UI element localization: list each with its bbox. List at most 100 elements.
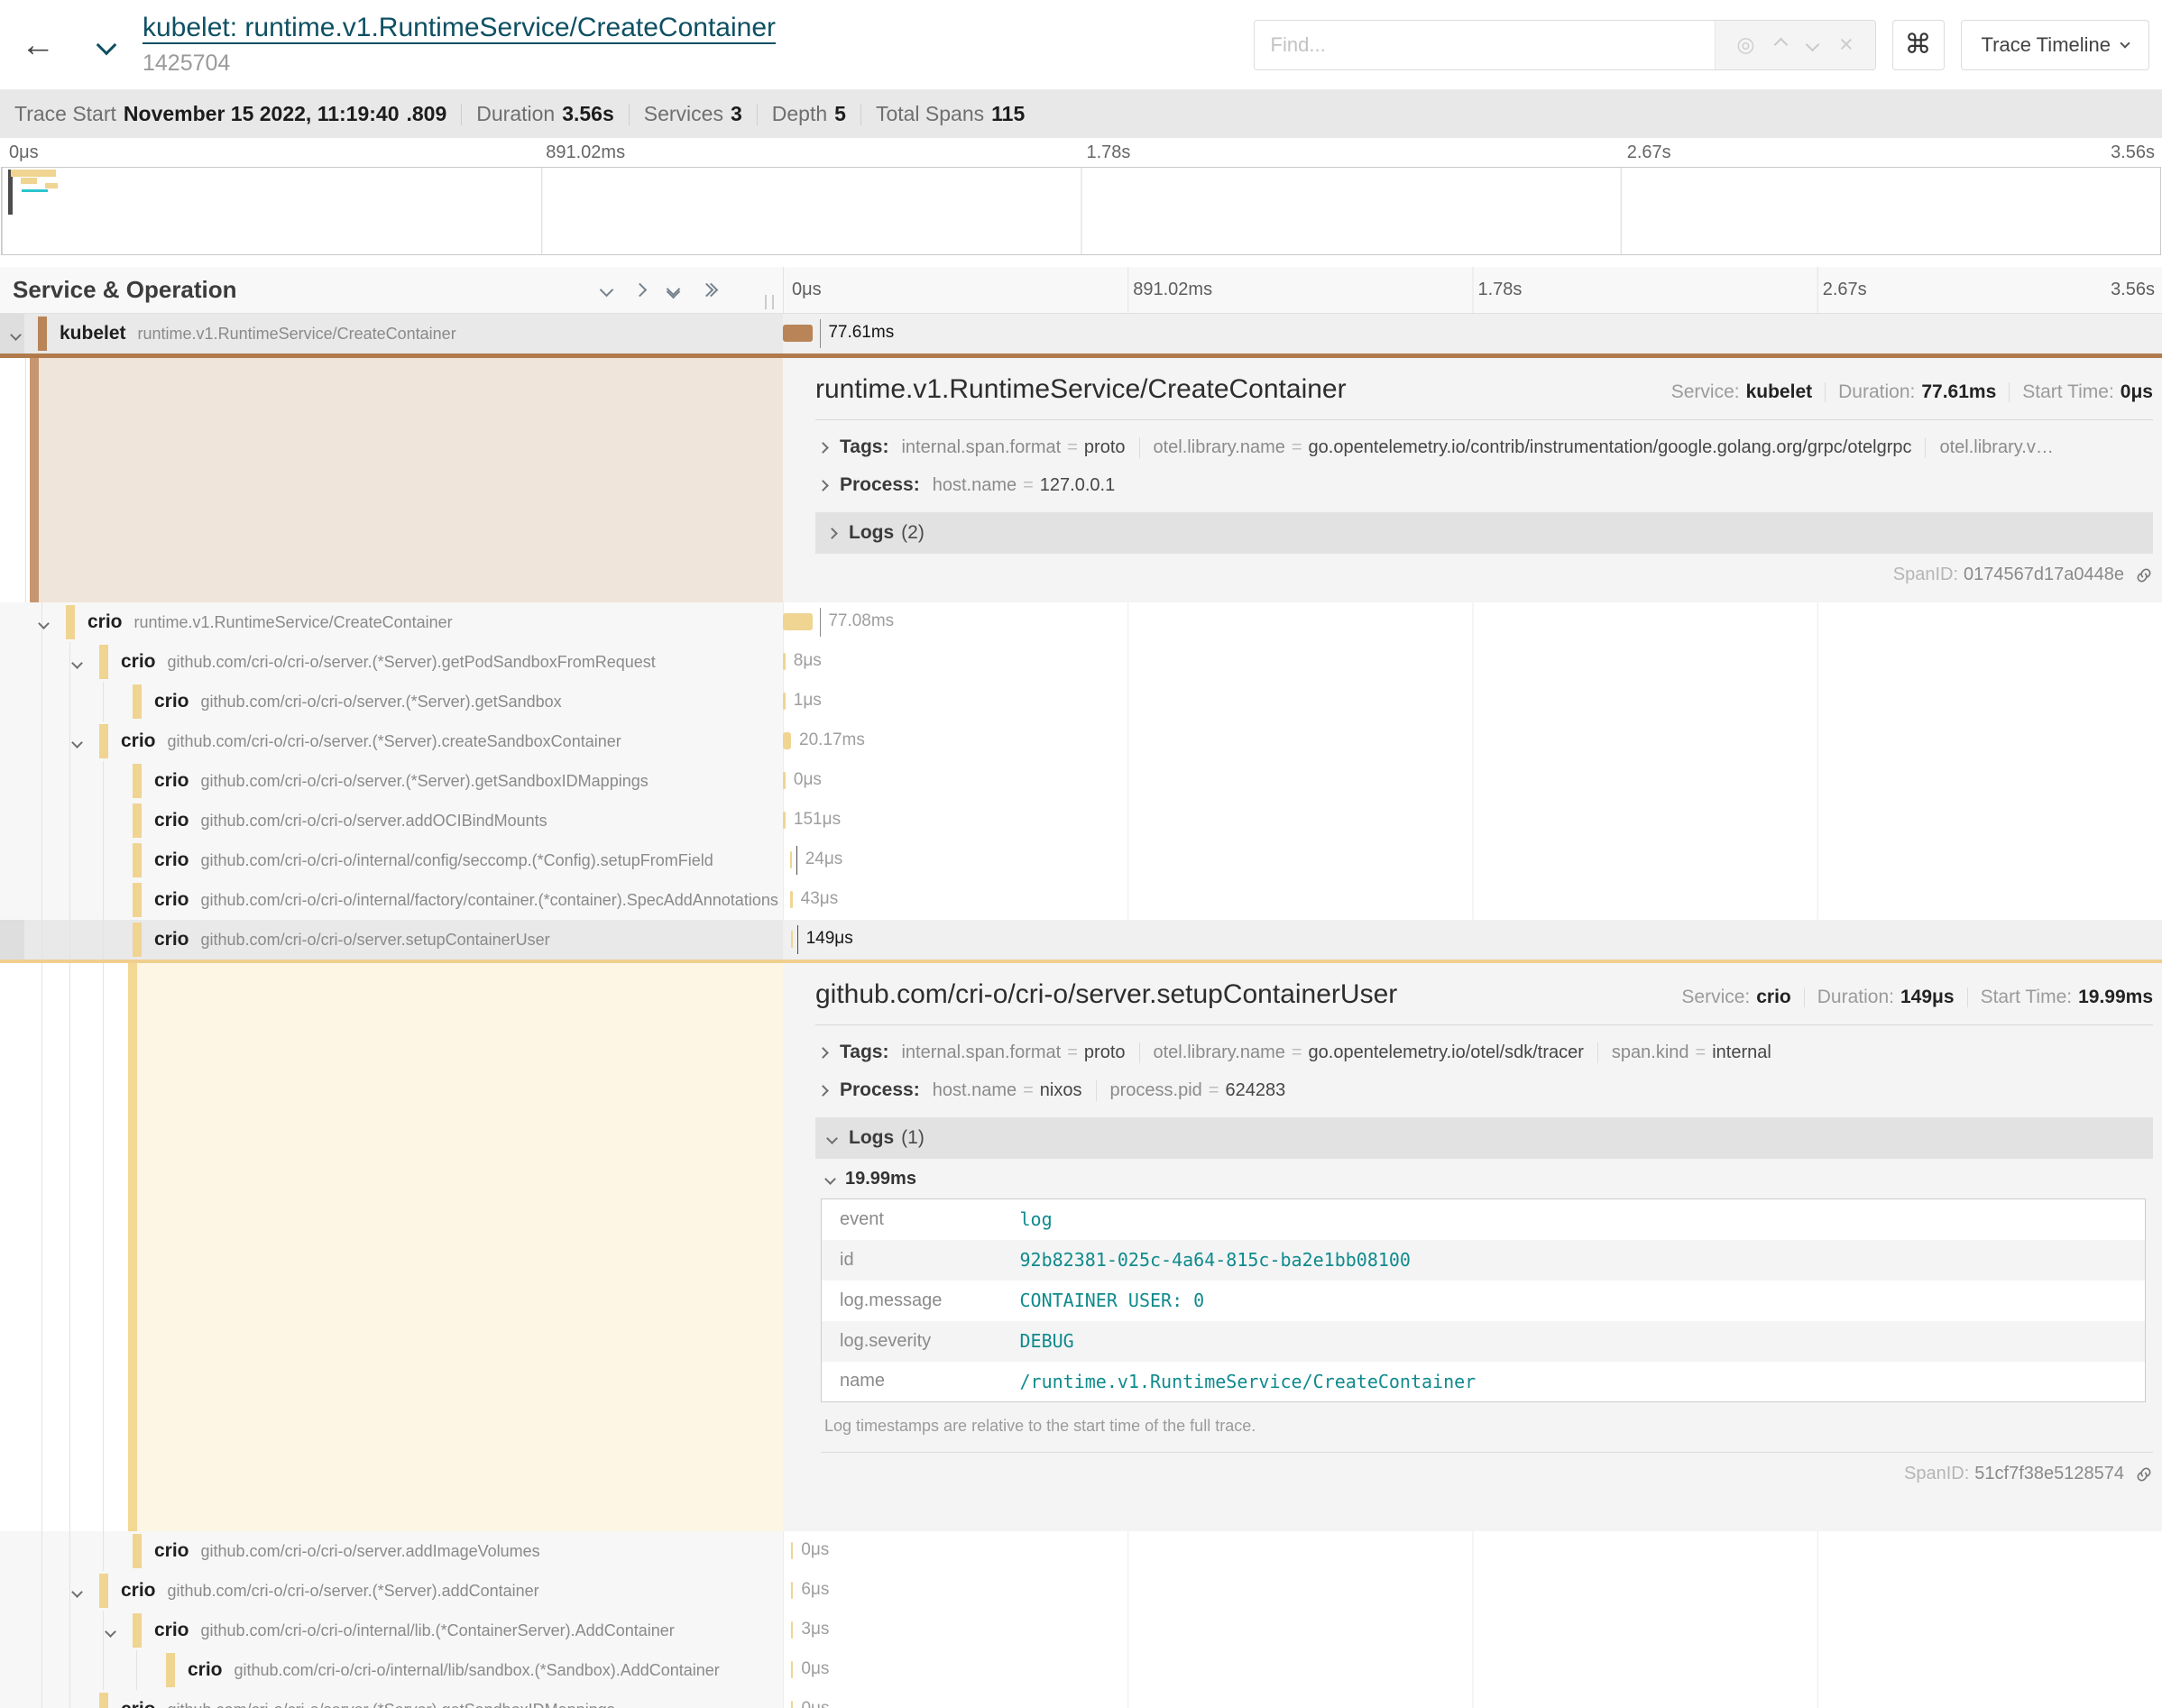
span-duration-bar[interactable] bbox=[783, 812, 786, 829]
span-name-cell[interactable]: crio github.com/cri-o/cri-o/server.(*Ser… bbox=[0, 721, 783, 761]
span-duration-bar[interactable] bbox=[790, 851, 793, 868]
span-duration-bar[interactable] bbox=[783, 325, 813, 342]
span-duration-bar[interactable] bbox=[783, 732, 791, 749]
find-next-icon[interactable] bbox=[1806, 38, 1820, 52]
span-row[interactable]: crio github.com/cri-o/cri-o/server.(*Ser… bbox=[0, 1690, 2162, 1708]
span-name-cell[interactable]: crio github.com/cri-o/cri-o/internal/con… bbox=[0, 840, 783, 880]
log-entry-header[interactable]: 19.99ms bbox=[821, 1159, 2153, 1198]
span-name-cell[interactable]: crio github.com/cri-o/cri-o/server.(*Ser… bbox=[0, 1571, 783, 1611]
copy-link-icon[interactable] bbox=[2135, 1465, 2153, 1483]
span-duration-bar[interactable] bbox=[783, 613, 813, 630]
process-accordion[interactable]: Process: host.name= nixos process.pid= 6… bbox=[815, 1076, 2153, 1105]
back-button[interactable]: ← bbox=[13, 20, 63, 70]
expand-one-icon[interactable] bbox=[633, 283, 648, 298]
span-bar-cell[interactable]: 6μs bbox=[783, 1571, 2162, 1611]
locate-icon[interactable]: ◎ bbox=[1736, 32, 1754, 57]
duration-value: 77.61ms bbox=[1921, 381, 1996, 403]
collapse-trace-chevron-icon[interactable] bbox=[88, 45, 124, 52]
tags-accordion[interactable]: Tags: internal.span.format= proto otel.l… bbox=[815, 433, 2153, 462]
span-row[interactable]: crio runtime.v1.RuntimeService/CreateCon… bbox=[0, 602, 2162, 642]
timeline-axis: 0μs 891.02ms 1.78s 2.67s 3.56s bbox=[783, 267, 2162, 313]
span-duration-bar[interactable] bbox=[791, 1582, 794, 1599]
span-name-cell[interactable]: crio github.com/cri-o/cri-o/server.setup… bbox=[0, 920, 783, 960]
find-clear-icon[interactable]: × bbox=[1839, 31, 1854, 59]
span-row[interactable]: crio github.com/cri-o/cri-o/internal/fac… bbox=[0, 880, 2162, 920]
span-name-cell[interactable]: crio github.com/cri-o/cri-o/internal/fac… bbox=[0, 880, 783, 920]
column-resizer-handle[interactable] bbox=[765, 295, 774, 309]
span-bar-cell[interactable]: 77.08ms bbox=[783, 602, 2162, 642]
span-duration-bar[interactable] bbox=[783, 653, 786, 670]
span-row[interactable]: crio github.com/cri-o/cri-o/internal/con… bbox=[0, 840, 2162, 880]
span-row[interactable]: crio github.com/cri-o/cri-o/server.(*Ser… bbox=[0, 642, 2162, 682]
trace-view-dropdown[interactable]: Trace Timeline bbox=[1961, 20, 2149, 70]
span-row[interactable]: crio github.com/cri-o/cri-o/server.setup… bbox=[0, 920, 2162, 960]
span-duration-bar[interactable] bbox=[791, 1661, 794, 1678]
span-bar-cell[interactable]: 20.17ms bbox=[783, 721, 2162, 761]
span-bar-cell[interactable]: 0μs bbox=[783, 761, 2162, 801]
start-time-value: 19.99ms bbox=[2078, 987, 2153, 1008]
span-bar-cell[interactable]: 43μs bbox=[783, 880, 2162, 920]
trace-minimap[interactable] bbox=[1, 167, 2161, 255]
span-name-cell[interactable]: crio github.com/cri-o/cri-o/server.addOC… bbox=[0, 801, 783, 840]
span-name-cell[interactable]: crio github.com/cri-o/cri-o/server.(*Ser… bbox=[0, 682, 783, 721]
process-accordion[interactable]: Process: host.name= 127.0.0.1 bbox=[815, 471, 2153, 500]
tags-accordion[interactable]: Tags: internal.span.format= proto otel.l… bbox=[815, 1038, 2153, 1067]
log-field-row: event log bbox=[822, 1199, 2146, 1240]
span-name-cell[interactable]: crio github.com/cri-o/cri-o/server.(*Ser… bbox=[0, 642, 783, 682]
span-name-cell[interactable]: crio github.com/cri-o/cri-o/internal/lib… bbox=[0, 1650, 783, 1690]
collapse-chevron-icon[interactable] bbox=[40, 616, 48, 632]
span-duration-bar[interactable] bbox=[783, 772, 786, 789]
collapse-chevron-icon[interactable] bbox=[73, 656, 81, 672]
span-duration-bar[interactable] bbox=[790, 891, 793, 908]
span-duration-bar[interactable] bbox=[791, 931, 794, 948]
find-input[interactable] bbox=[1255, 21, 1715, 69]
span-name-cell[interactable]: crio github.com/cri-o/cri-o/server.(*Ser… bbox=[0, 761, 783, 801]
span-name-cell[interactable]: crio github.com/cri-o/cri-o/internal/lib… bbox=[0, 1611, 783, 1650]
span-row[interactable]: crio github.com/cri-o/cri-o/server.(*Ser… bbox=[0, 721, 2162, 761]
span-row[interactable]: crio github.com/cri-o/cri-o/internal/lib… bbox=[0, 1611, 2162, 1650]
span-detail-title: runtime.v1.RuntimeService/CreateContaine… bbox=[815, 374, 1347, 405]
span-name-cell[interactable]: crio runtime.v1.RuntimeService/CreateCon… bbox=[0, 602, 783, 642]
span-bar-cell[interactable]: 8μs bbox=[783, 642, 2162, 682]
span-row[interactable]: kubelet runtime.v1.RuntimeService/Create… bbox=[0, 314, 2162, 354]
span-bar-cell[interactable]: 149μs bbox=[783, 920, 2162, 960]
span-bar-cell[interactable]: 3μs bbox=[783, 1611, 2162, 1650]
span-duration-bar[interactable] bbox=[783, 693, 786, 710]
collapse-chevron-icon[interactable] bbox=[73, 1584, 81, 1601]
collapse-chevron-icon[interactable] bbox=[106, 1624, 115, 1640]
span-name-cell[interactable]: kubelet runtime.v1.RuntimeService/Create… bbox=[0, 314, 783, 354]
axis-tick: 0μs bbox=[792, 280, 822, 300]
span-bar-cell[interactable]: 1μs bbox=[783, 682, 2162, 721]
span-row[interactable]: crio github.com/cri-o/cri-o/internal/lib… bbox=[0, 1650, 2162, 1690]
span-bar-cell[interactable]: 0μs bbox=[783, 1531, 2162, 1571]
span-row[interactable]: crio github.com/cri-o/cri-o/server.(*Ser… bbox=[0, 682, 2162, 721]
span-row[interactable]: crio github.com/cri-o/cri-o/server.addIm… bbox=[0, 1531, 2162, 1571]
span-bar-cell[interactable]: 24μs bbox=[783, 840, 2162, 880]
collapse-all-icon[interactable] bbox=[668, 284, 678, 297]
service-color-stripe bbox=[128, 963, 137, 1531]
collapse-chevron-icon[interactable] bbox=[12, 327, 20, 344]
service-label: Service: bbox=[1671, 381, 1740, 403]
keyboard-shortcuts-button[interactable]: ⌘ bbox=[1892, 20, 1945, 70]
trace-title-link[interactable]: kubelet: runtime.v1.RuntimeService/Creat… bbox=[143, 13, 776, 42]
span-duration-bar[interactable] bbox=[791, 1701, 794, 1708]
logs-accordion[interactable]: Logs (2) bbox=[815, 512, 2153, 554]
span-row[interactable]: crio github.com/cri-o/cri-o/server.(*Ser… bbox=[0, 1571, 2162, 1611]
span-service: crio bbox=[154, 770, 189, 792]
span-bar-cell[interactable]: 151μs bbox=[783, 801, 2162, 840]
copy-link-icon[interactable] bbox=[2135, 566, 2153, 584]
logs-accordion[interactable]: Logs (1) bbox=[815, 1117, 2153, 1159]
span-duration-bar[interactable] bbox=[791, 1621, 794, 1639]
span-row[interactable]: crio github.com/cri-o/cri-o/server.addOC… bbox=[0, 801, 2162, 840]
span-name-cell[interactable]: crio github.com/cri-o/cri-o/server.(*Ser… bbox=[0, 1690, 783, 1708]
collapse-chevron-icon[interactable] bbox=[73, 735, 81, 751]
span-bar-cell[interactable]: 77.61ms bbox=[783, 314, 2162, 354]
span-bar-cell[interactable]: 0μs bbox=[783, 1690, 2162, 1708]
span-name-cell[interactable]: crio github.com/cri-o/cri-o/server.addIm… bbox=[0, 1531, 783, 1571]
span-row[interactable]: crio github.com/cri-o/cri-o/server.(*Ser… bbox=[0, 761, 2162, 801]
span-bar-cell[interactable]: 0μs bbox=[783, 1650, 2162, 1690]
collapse-one-icon[interactable] bbox=[600, 283, 614, 298]
span-duration-bar[interactable] bbox=[791, 1542, 794, 1559]
find-prev-icon[interactable] bbox=[1774, 38, 1789, 52]
expand-all-icon[interactable] bbox=[702, 285, 716, 295]
